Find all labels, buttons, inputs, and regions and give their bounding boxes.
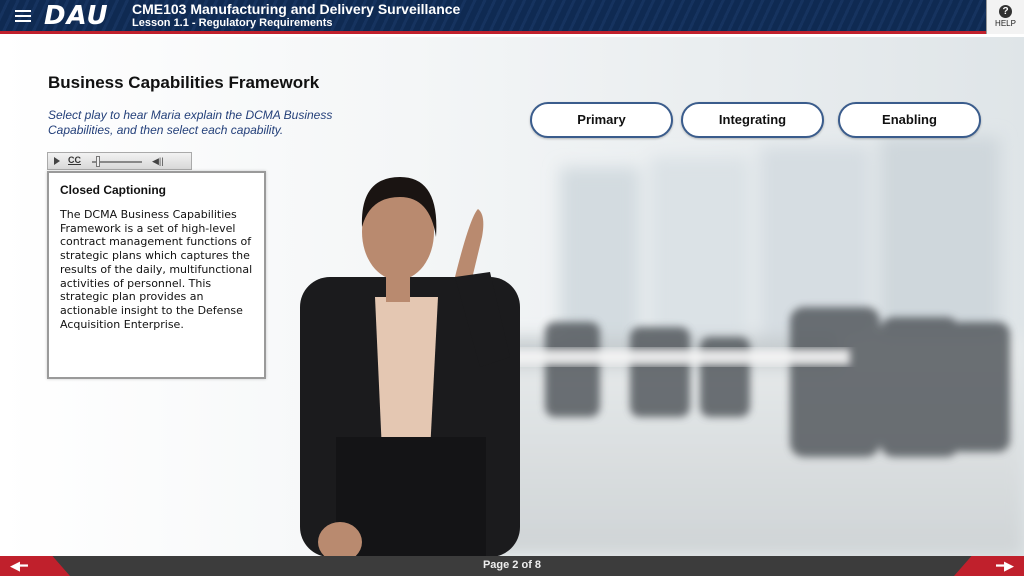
menu-icon-line (15, 15, 31, 17)
enabling-capability-button[interactable]: Enabling (838, 102, 981, 138)
menu-button[interactable] (10, 7, 36, 27)
bottom-navigation-bar: ◀━ Page 2 of 8 ━▶ (0, 556, 1024, 576)
course-title: CME103 Manufacturing and Delivery Survei… (132, 1, 461, 17)
primary-capability-button[interactable]: Primary (530, 102, 673, 138)
volume-icon[interactable]: ◀|| (152, 156, 164, 167)
page-title: Business Capabilities Framework (48, 73, 320, 92)
closed-caption-title: Closed Captioning (60, 183, 166, 197)
help-icon: ? (999, 5, 1012, 18)
instruction-text: Select play to hear Maria explain the DC… (48, 108, 333, 137)
audio-player-controls: CC ◀|| (47, 152, 192, 170)
closed-caption-text: The DCMA Business Capabilities Framework… (60, 208, 253, 331)
lesson-title: Lesson 1.1 - Regulatory Requirements (132, 17, 333, 29)
help-label: HELP (995, 19, 1016, 28)
menu-icon-line (15, 10, 31, 12)
page-indicator: Page 2 of 8 (482, 559, 542, 571)
closed-caption-toggle[interactable]: CC (68, 155, 81, 165)
help-button[interactable]: ? HELP (986, 0, 1024, 34)
closed-caption-panel: Closed Captioning The DCMA Business Capa… (47, 171, 266, 379)
seek-handle[interactable] (96, 156, 100, 167)
dau-logo: DAU (44, 1, 109, 31)
menu-icon-line (15, 20, 31, 22)
play-icon[interactable] (54, 157, 60, 165)
arrow-right-icon: ━▶ (996, 558, 1014, 573)
top-bar: DAU CME103 Manufacturing and Delivery Su… (0, 0, 1024, 34)
integrating-capability-button[interactable]: Integrating (681, 102, 824, 138)
